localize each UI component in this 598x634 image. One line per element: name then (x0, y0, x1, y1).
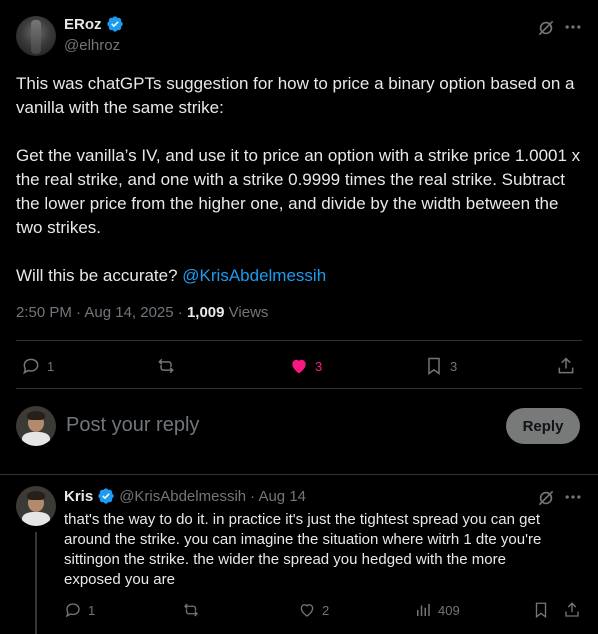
grok-icon[interactable] (536, 18, 556, 38)
like-count: 3 (315, 358, 323, 374)
reply-count: 1 (47, 358, 55, 374)
reply-share-action[interactable] (563, 601, 581, 619)
author-avatar[interactable] (16, 16, 56, 56)
tweet-meta: 2:50 PM · Aug 14, 2025 · 1,009 Views (16, 304, 268, 321)
reply-author-avatar[interactable] (16, 486, 56, 526)
bookmark-count: 3 (450, 358, 458, 374)
analytics-icon (417, 604, 430, 616)
reply-icon (23, 358, 39, 375)
reply-reply-action[interactable]: 1 (64, 601, 95, 619)
reply-author-handle[interactable]: @KrisAbdelmessih (119, 488, 246, 505)
grok-icon[interactable] (536, 488, 556, 508)
thread-line (35, 532, 37, 634)
reply-bookmark-action[interactable] (532, 601, 550, 619)
reply-like-action[interactable]: 2 (298, 601, 329, 619)
reply-icon (65, 603, 80, 618)
reply-reply-count: 1 (88, 602, 96, 618)
reply-like-count: 2 (322, 602, 330, 618)
reply-input[interactable]: Post your reply (66, 414, 199, 437)
author-name[interactable]: ERoz (64, 16, 102, 33)
more-options-icon[interactable] (563, 487, 583, 507)
divider (16, 388, 582, 389)
reply-text: that's the way to do it. in practice it'… (64, 511, 542, 588)
bookmark-icon (428, 357, 440, 375)
user-avatar[interactable] (16, 406, 56, 446)
mention-link[interactable]: @KrisAbdelmessih (182, 266, 326, 285)
reply-author-name[interactable]: Kris (64, 488, 93, 505)
repost-action[interactable] (156, 356, 182, 376)
bookmark-action[interactable]: 3 (424, 356, 457, 376)
repost-icon (158, 358, 174, 374)
share-action[interactable] (556, 356, 576, 376)
author-name-row: ERoz (64, 15, 124, 33)
repost-icon (184, 603, 198, 617)
bookmark-icon (535, 602, 547, 619)
reply-repost-action[interactable] (182, 601, 206, 619)
divider (0, 474, 598, 475)
verified-badge-icon (106, 16, 123, 32)
reply-date[interactable]: · Aug 14 (250, 488, 306, 505)
divider (16, 340, 582, 341)
more-options-icon[interactable] (563, 17, 583, 37)
views-count: 1,009 (186, 304, 225, 321)
reply-action[interactable]: 1 (21, 356, 54, 376)
share-icon (565, 602, 579, 617)
reply-views-count: 409 (438, 602, 460, 618)
reply-button[interactable]: Reply (506, 408, 580, 444)
reply-header: Kris @KrisAbdelmessih · Aug 14 (64, 487, 306, 505)
views-label: Views (224, 304, 269, 321)
tweet-text: This was chatGPTs suggestion for how to … (16, 72, 586, 288)
heart-filled-icon (292, 359, 306, 374)
tweet-timestamp[interactable]: 2:50 PM · Aug 14, 2025 · (16, 304, 187, 321)
author-handle[interactable]: @elhroz (64, 37, 120, 54)
tweet-body: This was chatGPTs suggestion for how to … (16, 74, 581, 285)
verified-badge-icon (98, 488, 114, 504)
heart-icon (300, 604, 314, 617)
like-action[interactable]: 3 (289, 356, 322, 376)
reply-views-action[interactable]: 409 (414, 601, 460, 619)
share-icon (558, 357, 574, 374)
